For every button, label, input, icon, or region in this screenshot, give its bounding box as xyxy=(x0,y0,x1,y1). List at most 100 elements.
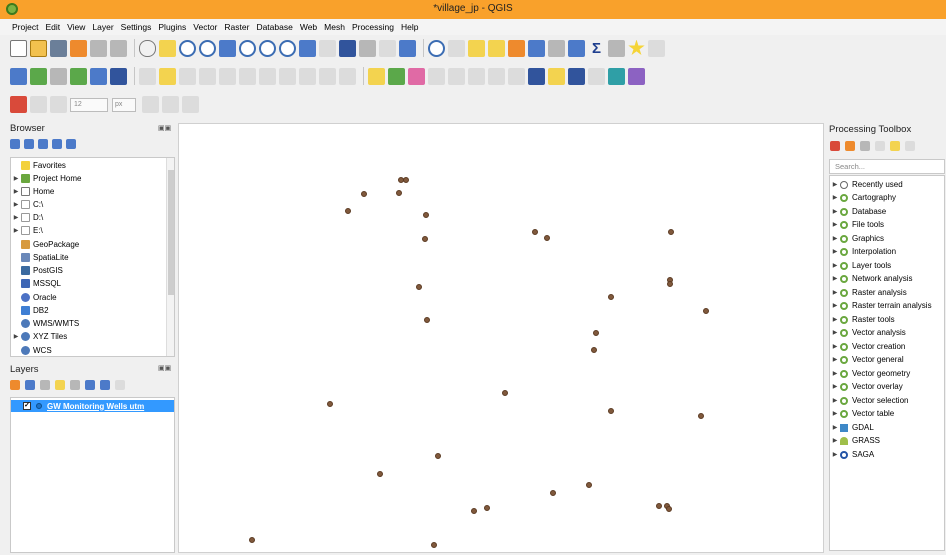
python-console-icon[interactable] xyxy=(528,67,545,85)
well-point[interactable] xyxy=(656,503,662,509)
expand-arrow-icon[interactable]: ▶ xyxy=(830,194,840,201)
tolerance-input[interactable]: 12 xyxy=(70,97,108,112)
expand-arrow-icon[interactable]: ▶ xyxy=(830,262,840,269)
coordinate-capture-icon[interactable] xyxy=(588,67,605,85)
expand-arrow-icon[interactable]: ▶ xyxy=(830,424,840,431)
panel-float-close-icon[interactable]: ▣▣ xyxy=(158,124,171,132)
layers-list[interactable]: ✓ GW Monitoring Wells utm xyxy=(10,397,175,553)
well-point[interactable] xyxy=(484,505,490,511)
well-point[interactable] xyxy=(550,490,556,496)
expand-arrow-icon[interactable]: ▶ xyxy=(830,275,840,282)
statistics-sigma-icon[interactable]: Σ xyxy=(588,40,605,57)
expand-arrow-icon[interactable]: ▶ xyxy=(830,410,840,417)
save-as-icon[interactable] xyxy=(70,39,87,57)
zoom-next-icon[interactable] xyxy=(319,39,336,57)
add-vector-layer-icon[interactable] xyxy=(50,67,67,85)
menu-view[interactable]: View xyxy=(67,22,85,32)
filter-icon[interactable] xyxy=(38,139,48,149)
expand-arrow-icon[interactable]: ▶ xyxy=(830,221,840,228)
menu-plugins[interactable]: Plugins xyxy=(158,22,186,32)
menu-mesh[interactable]: Mesh xyxy=(324,22,345,32)
add-layer-icon[interactable] xyxy=(10,139,20,149)
add-point-icon[interactable] xyxy=(199,67,216,85)
snap-mode-icon[interactable] xyxy=(50,96,67,113)
menu-database[interactable]: Database xyxy=(256,22,292,32)
expand-arrow-icon[interactable]: ▶ xyxy=(830,383,840,390)
well-point[interactable] xyxy=(345,208,351,214)
browser-item-c-drive[interactable]: ▶ C:\ xyxy=(11,198,43,211)
select-features-icon[interactable] xyxy=(468,39,485,57)
well-point[interactable] xyxy=(544,235,550,241)
well-point[interactable] xyxy=(591,347,597,353)
expand-arrow-icon[interactable]: ▶ xyxy=(830,248,840,255)
expand-all-icon[interactable] xyxy=(85,380,95,390)
select-by-value-icon[interactable] xyxy=(488,39,505,57)
visibility-icon[interactable] xyxy=(40,380,50,390)
zoom-last-icon[interactable] xyxy=(299,39,316,57)
text-annotation-icon[interactable] xyxy=(648,39,665,57)
toolbox-item-graphics[interactable]: ▶ Graphics xyxy=(830,232,884,245)
expression-filter-icon[interactable] xyxy=(70,380,80,390)
well-point[interactable] xyxy=(593,330,599,336)
zoom-layer-icon[interactable] xyxy=(259,39,276,57)
show-labels-icon[interactable] xyxy=(448,67,465,85)
add-wms-layer-icon[interactable] xyxy=(110,67,127,85)
expand-arrow-icon[interactable]: ▶ xyxy=(11,201,21,208)
expand-arrow-icon[interactable]: ▶ xyxy=(11,227,21,234)
well-point[interactable] xyxy=(502,390,508,396)
expand-arrow-icon[interactable]: ▶ xyxy=(830,302,840,309)
well-point[interactable] xyxy=(403,177,409,183)
toolbox-item-cartography[interactable]: ▶ Cartography xyxy=(830,191,896,204)
well-point[interactable] xyxy=(327,401,333,407)
expand-arrow-icon[interactable]: ▶ xyxy=(830,437,840,444)
layer-visibility-checkbox[interactable]: ✓ xyxy=(23,402,31,410)
current-edits-icon[interactable] xyxy=(139,67,156,85)
results-viewer-icon[interactable] xyxy=(875,141,885,151)
style-manager-icon[interactable] xyxy=(110,39,127,57)
expand-arrow-icon[interactable]: ▶ xyxy=(11,333,21,340)
zoom-in-icon[interactable] xyxy=(179,39,196,57)
cut-features-icon[interactable] xyxy=(259,67,276,85)
well-point[interactable] xyxy=(668,229,674,235)
add-group-icon[interactable] xyxy=(25,380,35,390)
well-point[interactable] xyxy=(608,294,614,300)
label-toolbar-icon[interactable] xyxy=(368,67,385,85)
toolbox-item-interpolation[interactable]: ▶ Interpolation xyxy=(830,245,896,258)
topology-icon[interactable] xyxy=(142,96,159,113)
expand-arrow-icon[interactable]: ▶ xyxy=(830,316,840,323)
field-calculator-icon[interactable] xyxy=(548,39,565,57)
browser-item-wcs[interactable]: WCS xyxy=(11,344,52,356)
add-database-layer-icon[interactable] xyxy=(90,67,107,85)
snapping-magnet-icon[interactable] xyxy=(10,96,27,113)
browser-tree[interactable]: Favorites ▶ Project Home ▶ Home ▶ C:\ ▶ D:\ … xyxy=(10,157,175,357)
toolbox-item-file-tools[interactable]: ▶ File tools xyxy=(830,218,884,231)
menu-vector[interactable]: Vector xyxy=(193,22,217,32)
expand-arrow-icon[interactable]: ▶ xyxy=(830,235,840,242)
menu-layer[interactable]: Layer xyxy=(92,22,113,32)
well-point[interactable] xyxy=(416,284,422,290)
history-icon[interactable] xyxy=(860,141,870,151)
collapse-all-icon[interactable] xyxy=(100,380,110,390)
browser-item-oracle[interactable]: Oracle xyxy=(11,291,57,304)
expand-arrow-icon[interactable]: ▶ xyxy=(11,214,21,221)
expand-arrow-icon[interactable]: ▶ xyxy=(830,289,840,296)
browser-item-home[interactable]: ▶ Home xyxy=(11,185,54,198)
measure-icon[interactable] xyxy=(608,39,625,57)
map-tips-icon[interactable] xyxy=(628,39,645,55)
panel-float-close-icon[interactable]: ▣▣ xyxy=(158,364,171,372)
zoom-full-icon[interactable] xyxy=(219,39,236,57)
models-icon[interactable] xyxy=(830,141,840,151)
georeferencer-icon[interactable] xyxy=(608,67,625,85)
move-label-icon[interactable] xyxy=(468,67,485,85)
delete-selected-icon[interactable] xyxy=(239,67,256,85)
browser-item-geopackage[interactable]: GeoPackage xyxy=(11,238,79,251)
toggle-editing-icon[interactable] xyxy=(159,67,176,85)
options-icon[interactable] xyxy=(905,141,915,151)
zoom-out-icon[interactable] xyxy=(199,39,216,57)
toolbox-item-vector-selection[interactable]: ▶ Vector selection xyxy=(830,394,909,407)
toolbox-item-vector-general[interactable]: ▶ Vector general xyxy=(830,353,904,366)
plugin-icon[interactable] xyxy=(548,67,565,85)
toolbox-item-vector-analysis[interactable]: ▶ Vector analysis xyxy=(830,326,906,339)
layer-labeling-icon[interactable] xyxy=(388,67,405,85)
well-point[interactable] xyxy=(249,537,255,543)
